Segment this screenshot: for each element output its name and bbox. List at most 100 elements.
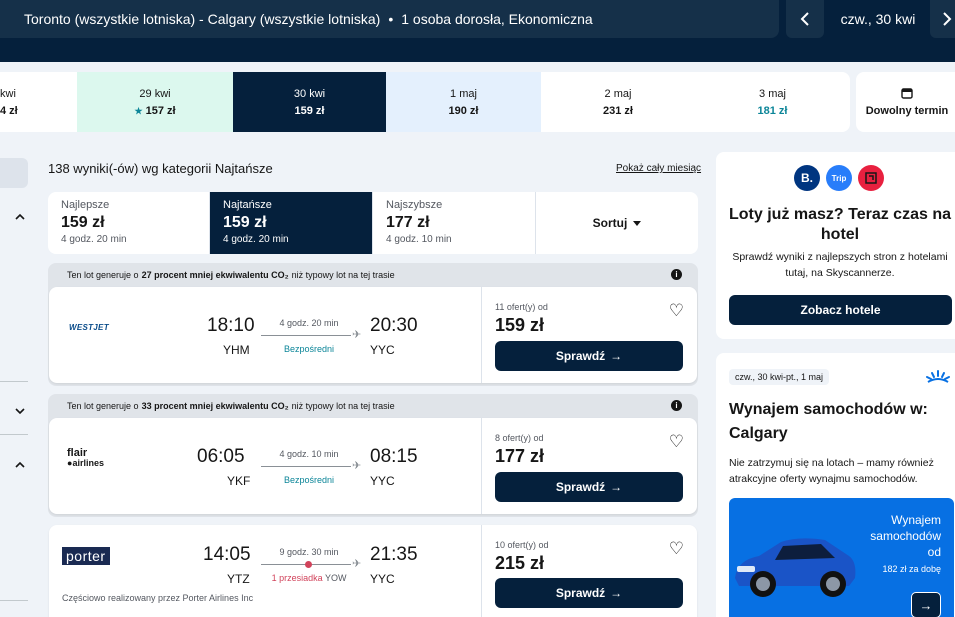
arrival-time: 08:15 xyxy=(370,446,418,467)
sort-button[interactable]: Sortuj xyxy=(536,192,698,254)
stops-label: Bezpośredni xyxy=(283,475,335,485)
stops-text: 1 przesiadka xyxy=(271,573,323,583)
date-price: 181 zł xyxy=(757,104,788,117)
route-line xyxy=(261,335,351,336)
arrival-time: 21:35 xyxy=(370,544,418,565)
car-title: Wynajem samochodów w: Calgary xyxy=(729,401,928,442)
airline-name-2: ●airlines xyxy=(67,458,104,468)
tab-price: 177 zł xyxy=(386,214,430,231)
arrow-right-icon[interactable]: → xyxy=(911,592,941,617)
see-hotels-button[interactable]: Zobacz hotele xyxy=(729,295,952,325)
route-text: Toronto (wszystkie lotniska) - Calgary (… xyxy=(24,11,381,27)
car-promo-banner[interactable]: Wynajem samochodów od 182 zł za dobę → xyxy=(729,498,954,617)
eco-note: Ten lot generuje o 27 procent mniej ekwi… xyxy=(48,263,698,287)
eco-note: Ten lot generuje o 33 procent mniej ekwi… xyxy=(48,394,698,418)
flight-card[interactable]: WESTJET 18:10 YHM 4 godz. 20 min ✈ Bezpo… xyxy=(49,287,697,383)
date-cell-3[interactable]: 3 maj 181 zł xyxy=(695,72,850,132)
eco-text: Ten lot generuje o xyxy=(67,270,139,280)
eco-text: Ten lot generuje o xyxy=(67,401,139,411)
date-cell-28[interactable]: kwi 4 zł xyxy=(0,72,77,132)
chevron-left-icon xyxy=(800,12,809,26)
promo-price: 182 zł za dobę xyxy=(882,564,941,574)
any-date-button[interactable]: Dowolny termin xyxy=(856,72,955,132)
date-cell-2[interactable]: 2 maj 231 zł xyxy=(541,72,695,132)
car-description: Nie zatrzymuj się na lotach – mamy równi… xyxy=(729,457,934,485)
arrow-right-icon: → xyxy=(610,586,623,600)
date-label: kwi xyxy=(0,87,16,100)
select-button[interactable]: Sprawdź → xyxy=(495,472,683,502)
tab-best[interactable]: Najlepsze 159 zł 4 godz. 20 min xyxy=(48,192,210,254)
hotels-logo xyxy=(858,165,884,191)
select-button[interactable]: Sprawdź → xyxy=(495,578,683,608)
separator-dot: • xyxy=(388,11,394,27)
airline-name-suffix: airlines xyxy=(72,458,104,468)
tab-title: Najszybsze xyxy=(386,199,443,211)
date-strip: kwi 4 zł 29 kwi ★ 157 zł 30 kwi 159 zł 1… xyxy=(0,72,850,132)
route-line xyxy=(261,466,351,467)
select-label: Sprawdź xyxy=(555,480,606,494)
date-label: 3 maj xyxy=(759,87,786,100)
departure-time: 14:05 xyxy=(203,544,251,565)
sort-label: Sortuj xyxy=(592,216,628,230)
info-icon[interactable]: i xyxy=(671,269,682,280)
select-button[interactable]: Sprawdź → xyxy=(495,341,683,371)
skyscanner-logo xyxy=(926,370,950,383)
date-cell-30[interactable]: 30 kwi 159 zł xyxy=(233,72,386,132)
booking-logo: B. xyxy=(794,165,820,191)
arrival-time: 20:30 xyxy=(370,315,418,336)
operated-by: Częściowo realizowany przez Porter Airli… xyxy=(62,593,254,603)
prev-date-button[interactable] xyxy=(786,0,824,38)
chevron-up-icon[interactable] xyxy=(15,210,27,222)
date-price: 190 zł xyxy=(448,104,479,117)
departure-airport: YHM xyxy=(223,343,250,357)
flight-price: 215 zł xyxy=(495,553,545,573)
flight-card[interactable]: porter 14:05 YTZ 9 godz. 30 min ✈ 1 prze… xyxy=(49,525,697,617)
date-label: 2 maj xyxy=(604,87,632,100)
departure-airport: YKF xyxy=(227,474,251,488)
whole-month-link[interactable]: Pokaż cały miesiąc xyxy=(616,163,701,174)
date-label: 1 maj xyxy=(450,87,477,100)
select-label: Sprawdź xyxy=(555,586,606,600)
chevron-up-icon[interactable] xyxy=(15,458,27,470)
price-column: 10 ofert(y) od 215 zł ♡ Sprawdź → xyxy=(481,525,698,617)
eco-bold: 27 procent mniej ekwiwalentu CO₂ xyxy=(141,270,289,280)
westjet-logo: WESTJET xyxy=(69,323,109,332)
current-date[interactable]: czw., 30 kwi xyxy=(834,0,922,38)
info-icon[interactable]: i xyxy=(671,400,682,411)
next-date-button[interactable] xyxy=(930,0,955,38)
stops-label: Bezpośredni xyxy=(283,344,335,354)
date-cell-1[interactable]: 1 maj 190 zł xyxy=(386,72,541,132)
flight-duration: 4 godz. 10 min xyxy=(279,449,339,459)
arrival-airport: YYC xyxy=(370,474,395,488)
tab-duration: 4 godz. 10 min xyxy=(386,234,452,245)
eco-text: niż typowy lot na tej trasie xyxy=(291,270,395,280)
flight-duration: 4 godz. 20 min xyxy=(279,318,339,328)
date-cell-29[interactable]: 29 kwi ★ 157 zł xyxy=(77,72,233,132)
flight-price: 177 zł xyxy=(495,446,545,466)
chevron-down-icon[interactable] xyxy=(15,404,27,416)
car-image xyxy=(735,538,856,597)
tab-title: Najlepsze xyxy=(61,199,110,211)
tab-fastest[interactable]: Najszybsze 177 zł 4 godz. 10 min xyxy=(373,192,536,254)
search-summary[interactable]: Toronto (wszystkie lotniska) - Calgary (… xyxy=(0,0,779,38)
arrival-airport: YYC xyxy=(370,343,395,357)
hotels-title: Loty już masz? Teraz czas na hotel xyxy=(729,206,951,243)
porter-logo: porter xyxy=(62,547,110,565)
promo-line: Wynajem xyxy=(891,513,941,527)
sort-tabs: Najlepsze 159 zł 4 godz. 20 min Najtańsz… xyxy=(48,192,698,254)
flight-card-wrapper: porter 14:05 YTZ 9 godz. 30 min ✈ 1 prze… xyxy=(48,525,698,617)
flight-price: 159 zł xyxy=(495,315,545,335)
date-label: 30 kwi xyxy=(293,87,326,100)
partner-logos: B. Trip xyxy=(794,165,884,191)
eco-bold: 33 procent mniej ekwiwalentu CO₂ xyxy=(141,401,289,411)
cheapest-star-icon: ★ xyxy=(134,105,143,116)
filter-toggle[interactable] xyxy=(0,158,28,188)
tab-cheapest[interactable]: Najtańsze 159 zł 4 godz. 20 min xyxy=(210,192,373,254)
heart-icon[interactable]: ♡ xyxy=(669,301,684,321)
date-price-wrap: ★ 157 zł xyxy=(134,105,175,117)
heart-icon[interactable]: ♡ xyxy=(669,432,684,452)
flight-card[interactable]: flair ●airlines 06:05 YKF 4 godz. 10 min… xyxy=(49,418,697,514)
departure-airport: YTZ xyxy=(227,572,250,586)
flair-airlines-logo: flair ●airlines xyxy=(67,448,104,469)
heart-icon[interactable]: ♡ xyxy=(669,539,684,559)
